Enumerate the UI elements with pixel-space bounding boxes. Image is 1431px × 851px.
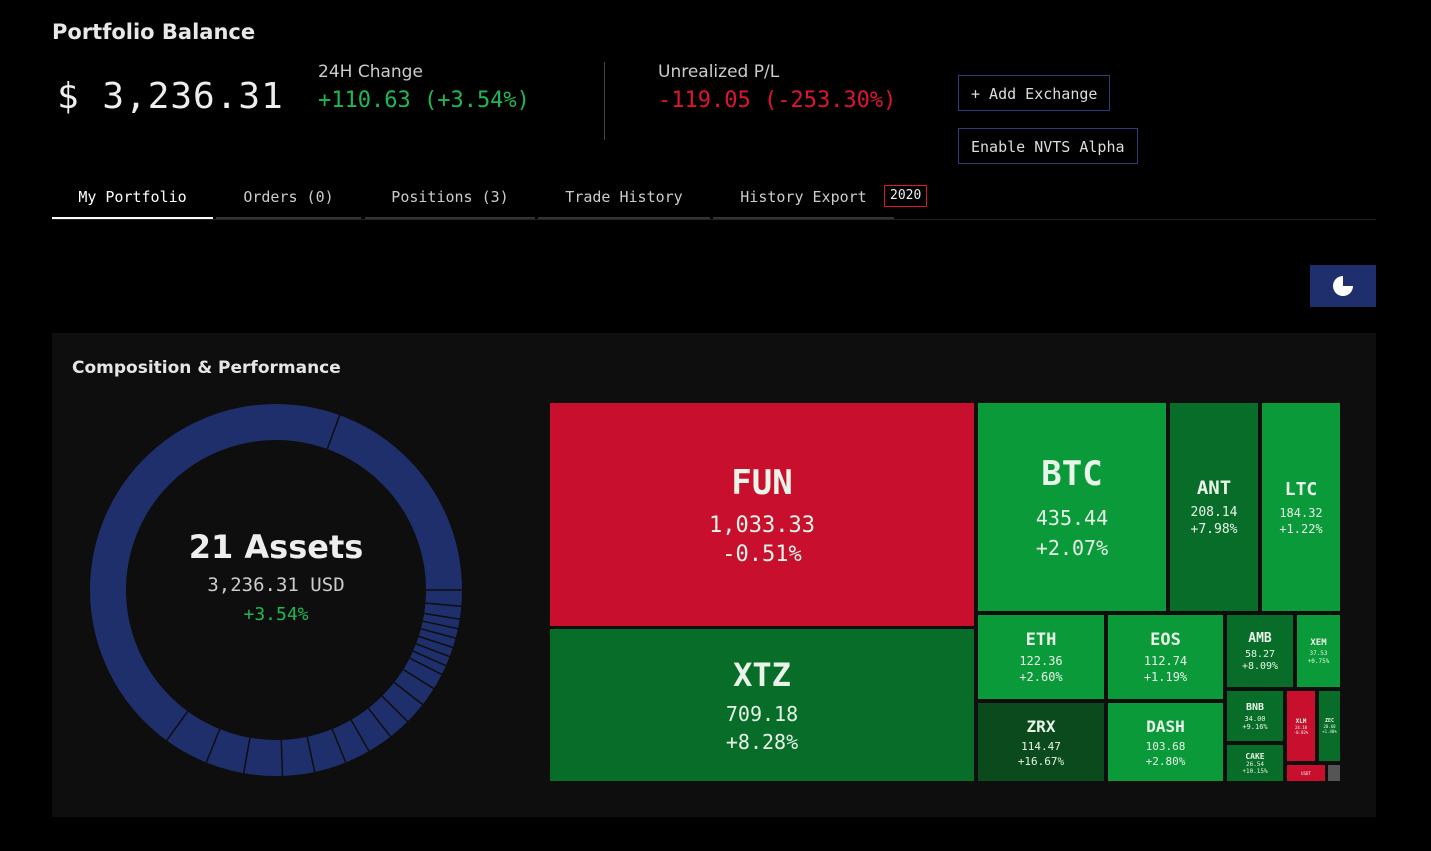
page-title: Portfolio Balance xyxy=(52,20,256,44)
tile-symbol: DASH xyxy=(1146,716,1185,736)
tile-value: 37.53 xyxy=(1309,649,1328,657)
add-exchange-button[interactable]: + Add Exchange xyxy=(958,75,1111,111)
enable-alpha-button[interactable]: Enable NVTS Alpha xyxy=(958,128,1138,164)
tile-xlm[interactable]: XLM 24.10 -0.02% xyxy=(1287,691,1315,761)
tile-change: +9.16% xyxy=(1242,722,1268,731)
tile-symbol: ZRX xyxy=(1026,716,1056,736)
tile-zec[interactable]: ZEC 20.60 +1.40% xyxy=(1319,691,1340,761)
tile-ant[interactable]: ANT 208.14 +7.98% xyxy=(1170,403,1258,611)
tile-eos[interactable]: EOS 112.74 +1.19% xyxy=(1108,615,1223,699)
tile-value: 184.32 xyxy=(1279,505,1323,520)
tile-change: +16.67% xyxy=(1017,754,1065,768)
tile-symbol: FUN xyxy=(731,462,793,503)
tab-orders[interactable]: Orders (0) xyxy=(216,186,361,220)
chart-toggle-button[interactable] xyxy=(1310,265,1376,307)
tile-value: 112.74 xyxy=(1143,654,1188,668)
tile-value: 435.44 xyxy=(1035,506,1109,530)
tile-bnb[interactable]: BNB 34.00 +9.16% xyxy=(1227,691,1283,741)
tile-symbol: XLM xyxy=(1295,717,1307,725)
tile-change: +2.07% xyxy=(1035,536,1109,560)
tile-change: +1.40% xyxy=(1322,729,1337,734)
tile-value: 709.18 xyxy=(725,702,799,726)
tile-symbol: USDT xyxy=(1301,770,1311,776)
tile-symbol: XTZ xyxy=(733,656,791,694)
change-24h-value: +110.63 (+3.54%) xyxy=(318,88,530,113)
tile-symbol: XEM xyxy=(1310,637,1327,648)
tile-xtz[interactable]: XTZ 709.18 +8.28% xyxy=(550,629,974,781)
unrealized-pl-value: -119.05 (-253.30%) xyxy=(658,88,897,113)
tile-change: +0.75% xyxy=(1307,657,1330,665)
tab-my-portfolio[interactable]: My Portfolio xyxy=(52,186,213,220)
tile-change: +10.15% xyxy=(1242,767,1268,775)
tab-underline xyxy=(52,219,1376,220)
tile-fun[interactable]: FUN 1,033.33 -0.51% xyxy=(550,403,974,626)
tile-usdt[interactable]: USDT xyxy=(1287,765,1325,781)
tile-symbol: AMB xyxy=(1248,630,1272,646)
tile-change: +2.60% xyxy=(1019,670,1063,684)
tile-value: 122.36 xyxy=(1019,654,1063,668)
tile-change: +8.28% xyxy=(725,730,799,754)
tile-symbol: LTC xyxy=(1284,478,1318,500)
tile-value: 114.47 xyxy=(1021,739,1061,753)
change-24h-label: 24H Change xyxy=(318,62,423,82)
tile-value: 58.27 xyxy=(1244,648,1276,660)
tile-change: +1.19% xyxy=(1143,670,1188,684)
tile-value: 26.54 xyxy=(1245,760,1265,768)
total-change: +3.54% xyxy=(243,604,309,625)
tile-change: +8.09% xyxy=(1241,660,1279,672)
tab-trade-history[interactable]: Trade History xyxy=(538,186,710,220)
tile-change: +2.80% xyxy=(1145,754,1186,768)
tile-symbol: ETH xyxy=(1025,630,1057,650)
panel-title: Composition & Performance xyxy=(72,358,341,378)
tile-symbol: BTC xyxy=(1041,454,1103,494)
stat-divider xyxy=(604,62,605,140)
unrealized-pl-label: Unrealized P/L xyxy=(658,62,780,82)
tile-symbol: BNB xyxy=(1245,701,1265,713)
tile-zrx[interactable]: ZRX 114.47 +16.67% xyxy=(978,703,1104,781)
tab-positions[interactable]: Positions (3) xyxy=(365,186,535,220)
tile-change: -0.02% xyxy=(1293,729,1309,735)
tile-other[interactable] xyxy=(1328,765,1340,781)
tile-change: -0.51% xyxy=(722,541,802,567)
tile-dash[interactable]: DASH 103.68 +2.80% xyxy=(1108,703,1223,781)
tile-symbol: EOS xyxy=(1150,630,1181,650)
tile-change: +7.98% xyxy=(1190,522,1238,537)
tile-value: 103.68 xyxy=(1145,739,1186,753)
tile-cake[interactable]: CAKE 26.54 +10.15% xyxy=(1227,745,1283,781)
tile-symbol: ANT xyxy=(1196,477,1232,499)
asset-count: 21 Assets xyxy=(188,528,364,566)
tile-ltc[interactable]: LTC 184.32 +1.22% xyxy=(1262,403,1340,611)
tile-amb[interactable]: AMB 58.27 +8.09% xyxy=(1227,615,1293,687)
tile-value: 1,033.33 xyxy=(709,512,815,538)
tab-history-export[interactable]: History Export xyxy=(713,186,894,220)
tile-xem[interactable]: XEM 37.53 +0.75% xyxy=(1297,615,1340,687)
donut-center: 21 Assets 3,236.31 USD +3.54% xyxy=(90,528,462,625)
portfolio-balance: $ 3,236.31 xyxy=(57,76,284,117)
tile-change: +1.22% xyxy=(1279,521,1323,536)
tile-value: 208.14 xyxy=(1190,505,1238,520)
tile-symbol: CAKE xyxy=(1245,751,1265,761)
tile-value: 34.00 xyxy=(1244,714,1266,723)
total-usd: 3,236.31 USD xyxy=(207,574,345,596)
year-badge[interactable]: 2020 xyxy=(884,185,928,207)
tile-eth[interactable]: ETH 122.36 +2.60% xyxy=(978,615,1104,699)
tile-btc[interactable]: BTC 435.44 +2.07% xyxy=(978,403,1166,611)
pie-chart-icon xyxy=(1333,275,1354,296)
